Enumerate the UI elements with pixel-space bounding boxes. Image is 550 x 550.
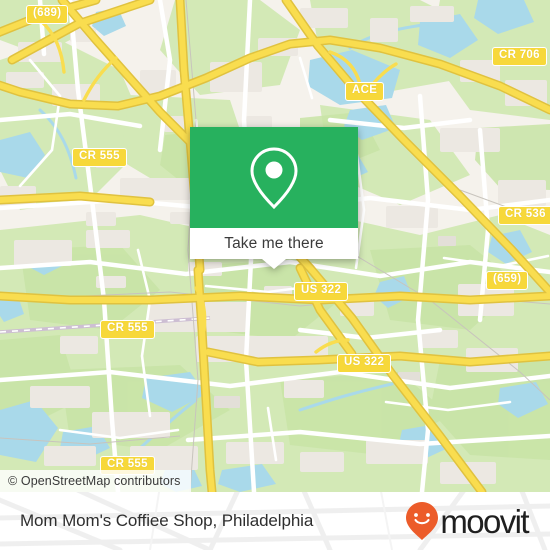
map-pin-icon bbox=[250, 146, 298, 209]
road-shield: US 322 bbox=[294, 282, 349, 301]
moovit-map-screenshot: (689) CR 706 ACE CR 555 CR 536 US 322 (6… bbox=[0, 0, 550, 550]
callout-pointer-tail bbox=[262, 259, 286, 269]
callout-footer[interactable]: Take me there bbox=[190, 228, 358, 259]
road-shield: (659) bbox=[486, 271, 529, 290]
take-me-there-callout[interactable]: Take me there bbox=[190, 127, 358, 269]
road-shield: CR 555 bbox=[100, 320, 155, 339]
callout-header bbox=[190, 127, 358, 228]
moovit-smiley-pin-icon bbox=[406, 502, 439, 540]
place-title: Mom Mom's Coffiee Shop, Philadelphia bbox=[20, 511, 314, 530]
road-shield: CR 706 bbox=[492, 47, 547, 66]
road-shield: (689) bbox=[26, 5, 69, 24]
road-shield: CR 555 bbox=[72, 148, 127, 167]
footer-bar: Mom Mom's Coffiee Shop, Philadelphia moo… bbox=[0, 492, 550, 550]
road-shield: ACE bbox=[345, 82, 385, 101]
moovit-brand[interactable]: moovit bbox=[405, 501, 530, 541]
road-shield: US 322 bbox=[337, 354, 392, 373]
map-attribution[interactable]: © OpenStreetMap contributors bbox=[0, 470, 191, 492]
take-me-there-label: Take me there bbox=[224, 234, 324, 252]
road-shield: CR 536 bbox=[498, 206, 550, 225]
moovit-wordmark: moovit bbox=[440, 502, 529, 540]
